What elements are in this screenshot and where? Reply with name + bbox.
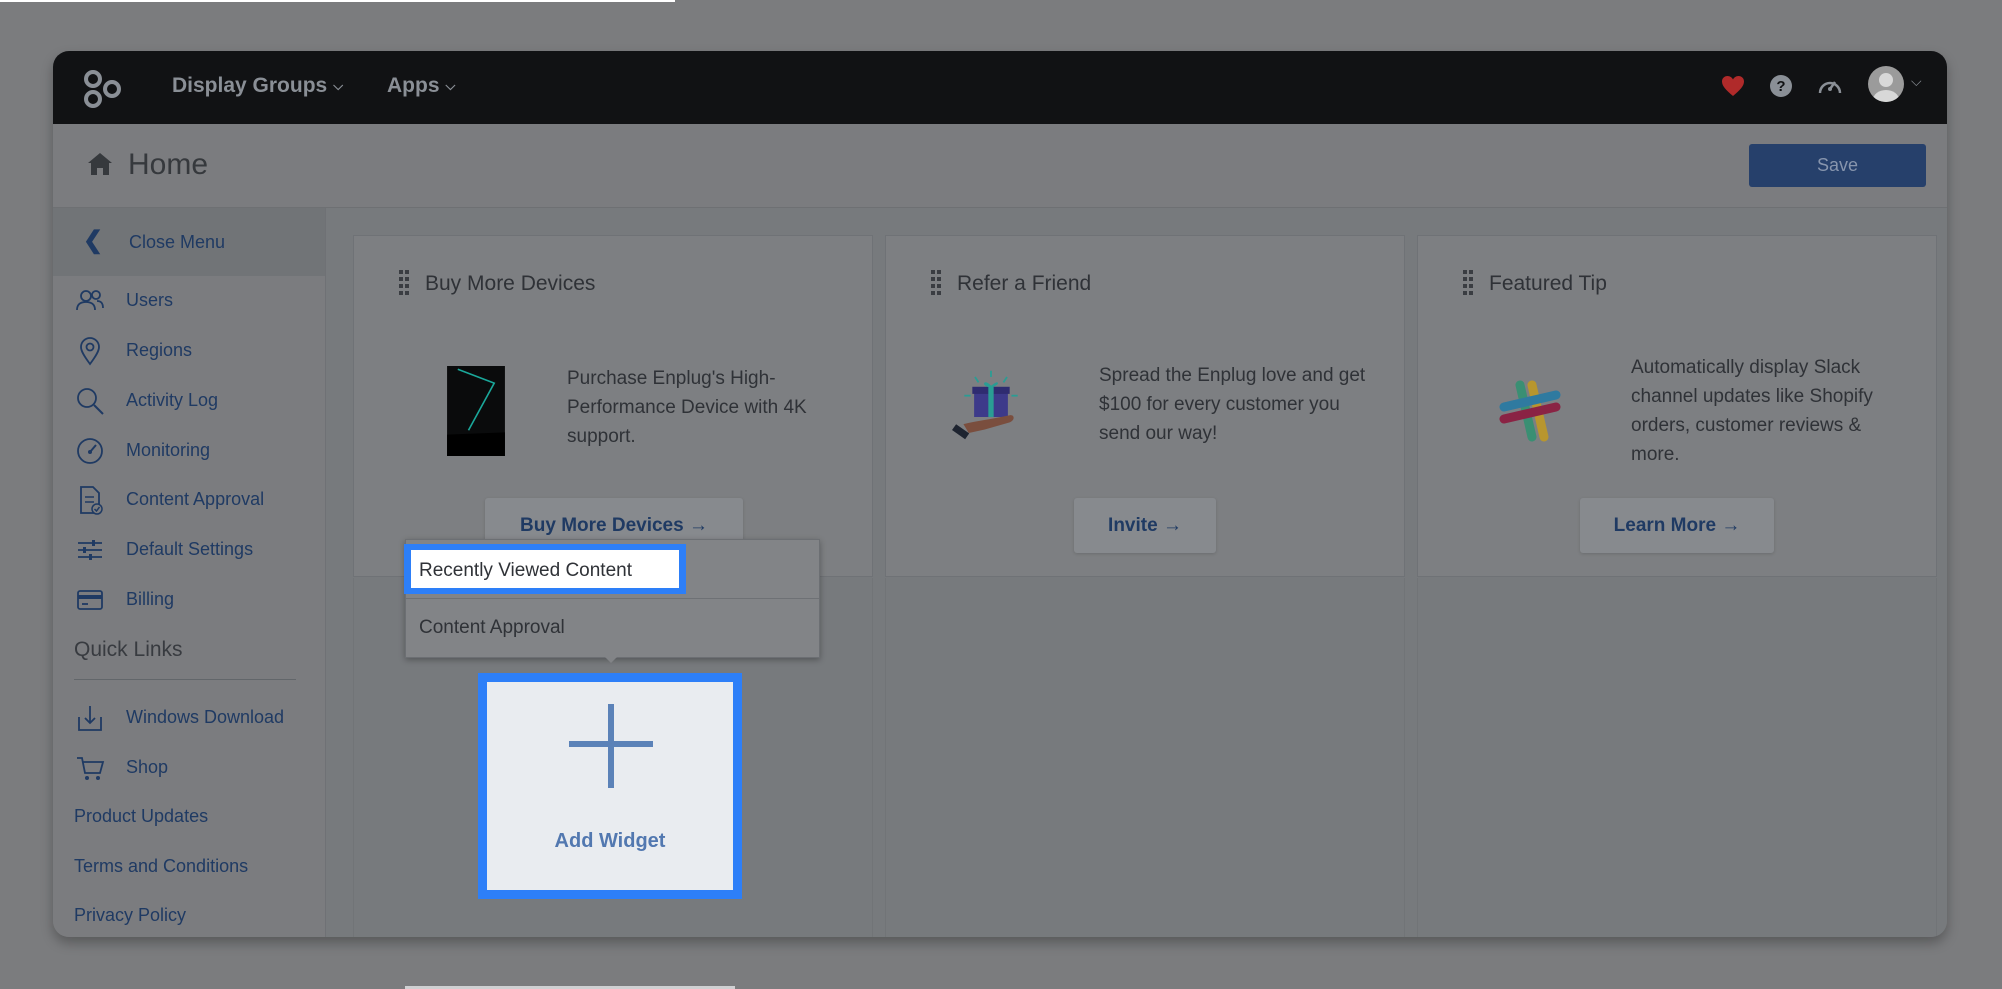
add-widget-label: Add Widget	[554, 830, 666, 852]
dropdown-pointer	[603, 655, 619, 663]
empty-widget-slot	[885, 578, 1405, 937]
location-pin-icon	[80, 337, 100, 366]
slack-logo-icon	[1499, 380, 1561, 442]
widget-type-dropdown: Recently Viewed Content Content Approval	[404, 539, 820, 658]
gift-hand-icon	[952, 370, 1018, 440]
chevron-down-icon[interactable]: ⌵	[1911, 73, 1922, 90]
sidebar-item-activity-log[interactable]: Activity Log	[53, 382, 325, 422]
sidebar-item-default-settings[interactable]: Default Settings	[53, 531, 325, 571]
home-icon	[88, 153, 112, 175]
quick-link-shop[interactable]: Shop	[53, 749, 325, 789]
widget-buy-more-devices: Buy More Devices Purchase Enplug's High-…	[353, 235, 873, 577]
enplug-logo-icon[interactable]	[83, 69, 123, 109]
chevron-down-icon: ⌵	[445, 78, 456, 93]
plus-icon-bar	[569, 741, 653, 747]
nav-display-groups[interactable]: Display Groups ⌵	[172, 74, 343, 98]
quick-link-label: Shop	[126, 757, 169, 777]
sliders-icon	[78, 540, 102, 560]
drag-handle-icon[interactable]	[398, 269, 410, 297]
save-button[interactable]: Save	[1749, 144, 1926, 187]
drag-handle-icon[interactable]	[1462, 269, 1474, 297]
quick-links-heading: Quick Links	[74, 638, 183, 661]
top-navigation-bar: Display Groups ⌵ Apps ⌵ ? ⌵	[53, 51, 1947, 124]
search-icon	[77, 388, 104, 415]
widget-text: Purchase Enplug's High-Performance Devic…	[567, 368, 807, 447]
close-menu-label: Close Menu	[129, 232, 226, 252]
chevron-down-icon: ⌵	[333, 78, 344, 93]
avatar-icon[interactable]	[1868, 66, 1904, 102]
sidebar-item-label: Activity Log	[126, 390, 219, 410]
nav-apps[interactable]: Apps ⌵	[387, 74, 455, 98]
sidebar-item-regions[interactable]: Regions	[53, 332, 325, 372]
sidebar-item-label: Default Settings	[126, 539, 254, 559]
svg-text:?: ?	[1776, 78, 1785, 95]
dropdown-item-content-approval[interactable]: Content Approval	[419, 617, 565, 639]
page-title: Home	[128, 148, 209, 181]
page-header: Home Save	[53, 124, 1947, 208]
widget-title: Refer a Friend	[957, 272, 1092, 295]
document-check-icon	[80, 486, 103, 515]
link-privacy-policy[interactable]: Privacy Policy	[74, 905, 186, 926]
widget-text: Automatically display Slack channel upda…	[1631, 357, 1873, 465]
nav-display-groups-label: Display Groups	[172, 74, 328, 97]
widget-refer-a-friend: Refer a Friend Spread the Enplug love an…	[885, 235, 1405, 577]
sidebar-item-label: Monitoring	[126, 440, 211, 460]
dropdown-item-recently-viewed-content[interactable]: Recently Viewed Content	[419, 560, 632, 582]
widget-title: Featured Tip	[1489, 272, 1607, 295]
users-icon	[76, 290, 104, 311]
sidebar-item-content-approval[interactable]: Content Approval	[53, 481, 325, 521]
sidebar-item-label: Regions	[126, 340, 193, 360]
chevron-left-icon: ❮	[83, 227, 104, 254]
credit-card-icon	[77, 590, 103, 610]
sidebar-item-label: Content Approval	[126, 489, 265, 509]
device-image	[447, 366, 505, 456]
cart-icon	[77, 757, 105, 780]
quick-link-windows-download[interactable]: Windows Download	[53, 699, 325, 739]
learn-more-button[interactable]: Learn More →	[1580, 498, 1774, 553]
heart-icon[interactable]	[1718, 71, 1748, 101]
sidebar: ❮ Close Menu Users Regions Activity Log …	[53, 208, 326, 937]
divider	[74, 679, 296, 680]
link-product-updates[interactable]: Product Updates	[74, 806, 208, 827]
drag-handle-icon[interactable]	[930, 269, 942, 297]
top-edge-strip	[0, 0, 675, 2]
sidebar-item-users[interactable]: Users	[53, 282, 325, 322]
sidebar-item-label: Billing	[126, 589, 175, 609]
sidebar-item-monitoring[interactable]: Monitoring	[53, 432, 325, 472]
widget-featured-tip: Featured Tip Automatically display Slack…	[1417, 235, 1937, 577]
widget-title: Buy More Devices	[425, 272, 596, 295]
sidebar-item-billing[interactable]: Billing	[53, 581, 325, 621]
nav-apps-label: Apps	[387, 74, 440, 97]
speedometer-icon[interactable]	[1815, 71, 1845, 101]
sidebar-item-label: Users	[126, 290, 174, 310]
empty-widget-slot	[1417, 578, 1937, 937]
widget-text: Spread the Enplug love and get $100 for …	[1099, 365, 1366, 444]
link-terms-and-conditions[interactable]: Terms and Conditions	[74, 856, 248, 877]
divider	[406, 598, 819, 599]
add-widget-button[interactable]: Add Widget	[487, 682, 733, 890]
close-menu-button[interactable]: ❮ Close Menu	[53, 208, 325, 276]
invite-button[interactable]: Invite →	[1074, 498, 1216, 553]
gauge-icon	[77, 438, 103, 464]
download-icon	[78, 706, 102, 731]
quick-link-label: Windows Download	[126, 707, 285, 727]
help-icon[interactable]: ?	[1766, 71, 1796, 101]
app-window: Display Groups ⌵ Apps ⌵ ? ⌵ Home Save ❮	[53, 51, 1947, 937]
